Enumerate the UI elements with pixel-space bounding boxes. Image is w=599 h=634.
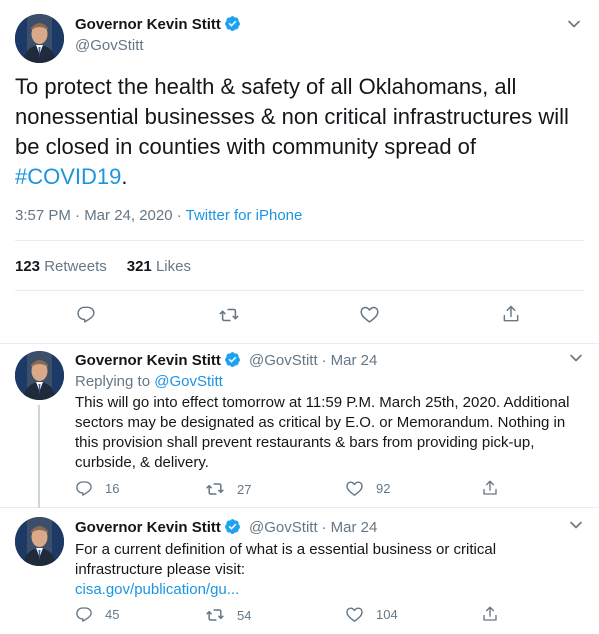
like-button[interactable]: 104 bbox=[345, 605, 398, 624]
thread-line bbox=[38, 405, 40, 508]
retweet-count: 27 bbox=[237, 481, 252, 497]
divider bbox=[15, 290, 584, 291]
retweet-button[interactable]: 54 bbox=[205, 605, 251, 625]
verified-badge-icon bbox=[224, 351, 241, 372]
tweet-text-body: To protect the health & safety of all Ok… bbox=[15, 74, 569, 159]
verified-badge-icon bbox=[224, 15, 241, 37]
reply-button[interactable]: 45 bbox=[75, 605, 119, 623]
verified-badge-icon bbox=[224, 518, 241, 539]
retweets-stat[interactable]: 123 Retweets bbox=[15, 258, 107, 275]
share-button[interactable] bbox=[481, 479, 499, 497]
replying-to-link[interactable]: @GovStitt bbox=[154, 373, 223, 390]
tweet-text: This will go into effect tomorrow at 11:… bbox=[75, 394, 570, 471]
likes-count: 321 bbox=[126, 258, 152, 275]
retweet-icon bbox=[206, 609, 224, 621]
tweet-date[interactable]: Mar 24 bbox=[331, 352, 378, 369]
chevron-down-icon[interactable] bbox=[567, 17, 581, 31]
tweet-meta: 3:57 PM · Mar 24, 2020 · Twitter for iPh… bbox=[15, 207, 302, 224]
like-count: 104 bbox=[376, 607, 398, 622]
reply-icon bbox=[76, 607, 92, 622]
tweet-stats: 123 Retweets 321 Likes bbox=[15, 258, 191, 275]
retweet-button[interactable]: 27 bbox=[205, 479, 251, 499]
share-icon bbox=[503, 305, 519, 322]
reply-count: 45 bbox=[105, 606, 120, 622]
avatar[interactable] bbox=[15, 517, 64, 566]
share-icon bbox=[483, 606, 497, 621]
author-name-row[interactable]: Governor Kevin Stitt bbox=[75, 15, 241, 37]
avatar-image bbox=[15, 14, 64, 63]
reply-header: Governor Kevin Stitt @GovStitt · Mar 24 bbox=[75, 518, 377, 539]
tweet-date[interactable]: Mar 24 bbox=[331, 519, 378, 536]
share-button[interactable] bbox=[481, 605, 499, 623]
author-name[interactable]: Governor Kevin Stitt bbox=[75, 519, 221, 536]
likes-stat[interactable]: 321 Likes bbox=[127, 258, 191, 275]
retweets-count: 123 bbox=[15, 258, 41, 275]
tweet-source[interactable]: Twitter for iPhone bbox=[186, 207, 303, 224]
divider bbox=[15, 240, 584, 241]
avatar-image bbox=[15, 351, 64, 400]
retweets-label: Retweets bbox=[44, 258, 107, 275]
share-button[interactable] bbox=[501, 304, 521, 324]
share-icon bbox=[483, 480, 497, 495]
avatar[interactable] bbox=[15, 351, 64, 400]
retweet-button[interactable] bbox=[218, 304, 240, 326]
retweet-icon bbox=[219, 308, 239, 322]
tweet-text: To protect the health & safety of all Ok… bbox=[15, 72, 575, 192]
heart-icon bbox=[360, 306, 379, 323]
like-button[interactable]: 92 bbox=[345, 479, 390, 498]
reply-button[interactable] bbox=[76, 304, 96, 324]
author-handle[interactable]: @GovStitt bbox=[249, 352, 318, 369]
retweet-icon bbox=[206, 483, 224, 495]
chevron-down-icon[interactable] bbox=[569, 518, 583, 532]
replying-to-label: Replying to bbox=[75, 373, 155, 390]
tweet-link[interactable]: cisa.gov/publication/gu... bbox=[75, 580, 580, 600]
author-name[interactable]: Governor Kevin Stitt bbox=[75, 352, 221, 369]
chevron-down-icon[interactable] bbox=[569, 351, 583, 365]
replying-to: Replying to @GovStitt bbox=[75, 373, 223, 390]
main-tweet: Governor Kevin Stitt @GovStitt To protec… bbox=[0, 0, 599, 344]
reply-count: 16 bbox=[105, 480, 120, 496]
reply-icon bbox=[76, 481, 92, 496]
heart-icon bbox=[346, 481, 363, 496]
author-handle[interactable]: @GovStitt bbox=[249, 519, 318, 536]
author-handle[interactable]: @GovStitt bbox=[75, 37, 144, 54]
avatar-image bbox=[15, 517, 64, 566]
like-button[interactable] bbox=[359, 304, 380, 325]
retweet-count: 54 bbox=[237, 607, 252, 623]
tweet-text-body: For a current definition of what is a es… bbox=[75, 541, 497, 578]
likes-label: Likes bbox=[155, 258, 191, 275]
reply-button[interactable]: 16 bbox=[75, 479, 119, 497]
hashtag-link[interactable]: #COVID19 bbox=[15, 164, 121, 189]
tweet-text: For a current definition of what is a es… bbox=[75, 540, 580, 600]
reply-tweet[interactable]: Governor Kevin Stitt @GovStitt · Mar 24 Fo… bbox=[0, 509, 599, 634]
author-name[interactable]: Governor Kevin Stitt bbox=[75, 16, 221, 33]
reply-icon bbox=[77, 306, 95, 323]
tweet-timestamp[interactable]: 3:57 PM · Mar 24, 2020 · bbox=[15, 207, 186, 224]
tweet-text-end: . bbox=[121, 164, 128, 189]
reply-header: Governor Kevin Stitt @GovStitt · Mar 24 bbox=[75, 351, 377, 372]
heart-icon bbox=[346, 607, 363, 622]
avatar[interactable] bbox=[15, 14, 64, 63]
like-count: 92 bbox=[376, 481, 391, 496]
reply-tweet[interactable]: Governor Kevin Stitt @GovStitt · Mar 24 Re… bbox=[0, 345, 599, 508]
